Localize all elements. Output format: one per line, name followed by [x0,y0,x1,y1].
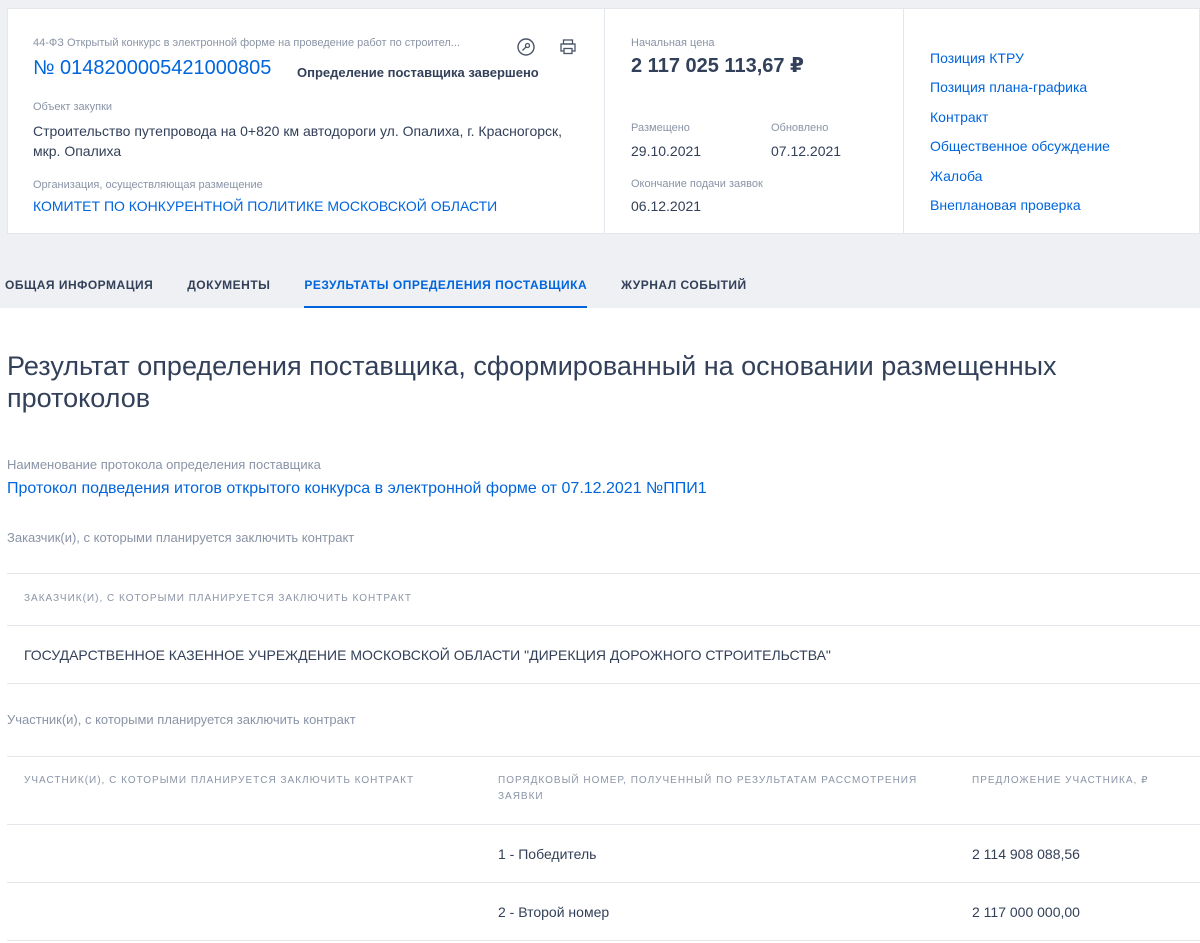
divider [7,756,1200,757]
org-link[interactable]: КОМИТЕТ ПО КОНКУРЕНТНОЙ ПОЛИТИКЕ МОСКОВС… [33,198,497,214]
divider [7,940,1200,941]
divider [7,625,1200,626]
link-unscheduled-check[interactable]: Внеплановая проверка [930,196,1110,225]
side-links: Позиция КТРУ Позиция плана-графика Контр… [930,49,1110,225]
divider [7,824,1200,825]
placed-value: 29.10.2021 [631,143,702,159]
end-label: Окончание подачи заявок [631,178,763,190]
updated-value: 07.12.2021 [771,143,842,159]
tab-event-log[interactable]: ЖУРНАЛ СОБЫТИЙ [621,270,747,308]
object-text: Строительство путепровода на 0+820 км ав… [33,123,563,159]
customer-name: ГОСУДАРСТВЕННОЕ КАЗЕННОЕ УЧРЕЖДЕНИЕ МОСК… [24,647,831,663]
link-ktru[interactable]: Позиция КТРУ [930,49,1110,78]
participants-section-label: Участник(и), с которыми планируется закл… [7,712,356,727]
notice-main-column: 44-ФЗ Открытый конкурс в электронной фор… [8,9,605,233]
status-text: Определение поставщика завершено [297,65,539,80]
participant-rank: 1 - Победитель [498,846,597,862]
divider [7,573,1200,574]
protocol-label: Наименование протокола определения поста… [7,457,321,472]
tab-bar: ОБЩАЯ ИНФОРМАЦИЯ ДОКУМЕНТЫ РЕЗУЛЬТАТЫ ОП… [0,270,747,308]
notice-number-link[interactable]: № 0148200005421000805 [33,57,271,80]
notice-card: 44-ФЗ Открытый конкурс в электронной фор… [7,8,1200,234]
participants-column-header-rank: Порядковый номер, полученный по результа… [498,775,918,802]
placed-label: Размещено [631,122,690,134]
participants-column-header-offer: Предложение участника, ₽ [972,775,1149,786]
link-complaint[interactable]: Жалоба [930,167,1110,196]
participant-offer: 2 117 000 000,00 [972,904,1080,920]
notice-price-column: Начальная цена 2 117 025 113,67 ₽ Размещ… [605,9,904,233]
price-label: Начальная цена [631,37,715,49]
link-public-discussion[interactable]: Общественное обсуждение [930,137,1110,166]
end-value: 06.12.2021 [631,198,702,214]
link-contract[interactable]: Контракт [930,108,1110,137]
divider [7,882,1200,883]
notice-type: 44-ФЗ Открытый конкурс в электронной фор… [33,37,460,49]
org-label: Организация, осуществляющая размещение [33,179,263,191]
tab-documents[interactable]: ДОКУМЕНТЫ [187,270,270,308]
participants-column-header-name: Участник(и), с которыми планируется закл… [24,775,415,786]
print-icon[interactable] [558,37,578,57]
divider [7,683,1200,684]
page-title: Результат определения поставщика, сформи… [7,351,1057,413]
tab-supplier-results[interactable]: РЕЗУЛЬТАТЫ ОПРЕДЕЛЕНИЯ ПОСТАВЩИКА [304,270,587,308]
participant-rank: 2 - Второй номер [498,904,610,920]
updated-label: Обновлено [771,122,829,134]
key-icon[interactable] [516,37,536,57]
price-value: 2 117 025 113,67 ₽ [631,55,804,77]
notice-links-column: Позиция КТРУ Позиция плана-графика Контр… [904,9,1199,233]
link-plan-schedule[interactable]: Позиция плана-графика [930,78,1110,107]
protocol-link[interactable]: Протокол подведения итогов открытого кон… [7,480,707,498]
tab-general-info[interactable]: ОБЩАЯ ИНФОРМАЦИЯ [5,270,153,308]
participant-offer: 2 114 908 088,56 [972,846,1080,862]
customers-section-label: Заказчик(и), с которыми планируется закл… [7,530,355,545]
customers-column-header: Заказчик(и), с которыми планируется закл… [24,593,412,604]
object-label: Объект закупки [33,101,113,113]
